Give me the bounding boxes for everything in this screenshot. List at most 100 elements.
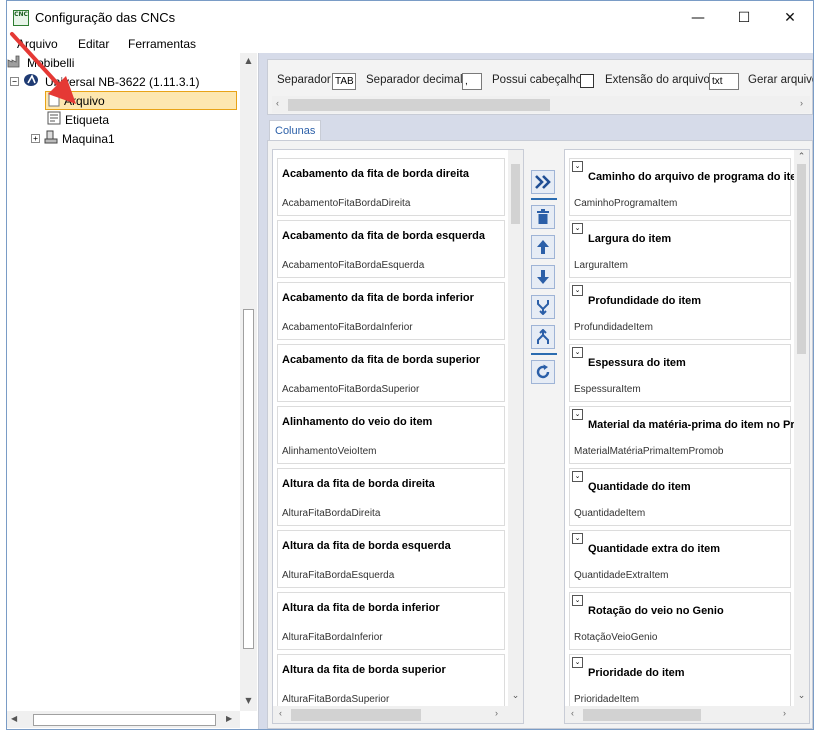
scroll-right-icon[interactable]: ›: [800, 98, 803, 108]
expand-icon[interactable]: +: [31, 134, 40, 143]
tree-item-maquina1[interactable]: + Maquina1: [31, 129, 115, 148]
column-key: AlturaFitaBordaSuperior: [282, 694, 390, 705]
scroll-up-icon[interactable]: ⌃: [794, 152, 809, 162]
selected-column-item[interactable]: ⌄ Quantidade do item QuantidadeItem: [569, 468, 791, 526]
maximize-button[interactable]: ☐: [721, 1, 767, 34]
selected-column-item[interactable]: ⌄ Material da matéria-prima do item no Pr…: [569, 406, 809, 464]
available-column-item[interactable]: Altura da fita de borda esquerda AlturaFi…: [277, 530, 505, 588]
scroll-up-icon[interactable]: ▲: [240, 56, 257, 65]
selected-column-item[interactable]: ⌄ Profundidade do item ProfundidadeItem: [569, 282, 791, 340]
selected-column-item[interactable]: ⌄ Largura do item LarguraItem: [569, 220, 791, 278]
separador-label: Separador: [277, 74, 331, 86]
separador-decimal-input[interactable]: ,: [462, 73, 482, 90]
move-up-button[interactable]: [531, 235, 555, 259]
available-column-item[interactable]: Acabamento da fita de borda esquerda Acab…: [277, 220, 505, 278]
column-key: CaminhoProgramaItem: [574, 198, 678, 209]
arrow-down-icon: [537, 270, 549, 284]
remove-button[interactable]: [531, 205, 555, 229]
column-key: AlturaFitaBordaDireita: [282, 508, 381, 519]
collapse-chevron-icon[interactable]: ⌄: [572, 533, 583, 544]
available-horizontal-scrollbar[interactable]: ‹ ›: [273, 706, 523, 723]
column-key: AlturaFitaBordaInferior: [282, 632, 383, 643]
available-column-item[interactable]: Altura da fita de borda inferior AlturaFi…: [277, 592, 505, 650]
extensao-input[interactable]: txt: [709, 73, 739, 90]
column-title: Acabamento da fita de borda superior: [282, 354, 481, 366]
refresh-icon: [536, 364, 550, 379]
collapse-chevron-icon[interactable]: ⌄: [572, 409, 583, 420]
machine-icon: [44, 130, 58, 147]
merge-button[interactable]: [531, 295, 555, 319]
available-scroll-thumb[interactable]: [511, 164, 520, 224]
move-down-button[interactable]: [531, 265, 555, 289]
available-column-item[interactable]: Acabamento da fita de borda superior Acab…: [277, 344, 505, 402]
tree-horizontal-scrollbar[interactable]: ◀ ▶: [7, 711, 240, 728]
available-column-item[interactable]: Acabamento da fita de borda inferior Acab…: [277, 282, 505, 340]
arrow-up-icon: [537, 240, 549, 254]
column-title: Profundidade do item: [588, 295, 702, 307]
available-column-item[interactable]: Acabamento da fita de borda direita Acaba…: [277, 158, 505, 216]
selected-column-item[interactable]: ⌄ Caminho do arquivo de programa do item C…: [569, 158, 806, 216]
available-column-item[interactable]: Altura da fita de borda direita AlturaFit…: [277, 468, 505, 526]
tree-hscroll-thumb[interactable]: [33, 714, 216, 726]
scroll-right-icon[interactable]: ›: [495, 708, 498, 718]
collapse-chevron-icon[interactable]: ⌄: [572, 595, 583, 606]
scroll-left-icon[interactable]: ◀: [11, 714, 17, 723]
column-title: Espessura do item: [588, 357, 686, 369]
selected-horizontal-scrollbar[interactable]: ‹ ›: [565, 706, 809, 723]
tree-scroll-thumb[interactable]: [243, 309, 254, 649]
toolbar-separator: [531, 353, 557, 355]
column-key: ProfundidadeItem: [574, 322, 653, 333]
options-horizontal-scrollbar[interactable]: ‹ ›: [272, 96, 810, 113]
collapse-chevron-icon[interactable]: ⌄: [572, 347, 583, 358]
selected-columns-list: ⌄ Caminho do arquivo de programa do item C…: [564, 149, 810, 724]
main-window: CNC Configuração das CNCs — ☐ ✕ Arquivo …: [6, 0, 814, 730]
scroll-left-icon[interactable]: ‹: [571, 708, 574, 718]
collapse-chevron-icon[interactable]: ⌄: [572, 657, 583, 668]
column-key: AcabamentoFitaBordaInferior: [282, 322, 413, 333]
refresh-button[interactable]: [531, 360, 555, 384]
column-title: Rotação do veio no Genio: [588, 605, 724, 617]
tree-item-label: Maquina1: [62, 131, 115, 146]
tree-pane: Mobibelli − Universal NB-3622 (1.11.3.1)…: [7, 53, 259, 729]
available-column-item[interactable]: Alinhamento do veio do item AlinhamentoVe…: [277, 406, 505, 464]
selected-column-item[interactable]: ⌄ Prioridade do item PrioridadeItem: [569, 654, 791, 712]
columns-tab-content: Acabamento da fita de borda direita Acaba…: [267, 140, 813, 729]
collapse-chevron-icon[interactable]: ⌄: [572, 285, 583, 296]
selected-column-item[interactable]: ⌄ Espessura do item EspessuraItem: [569, 344, 791, 402]
available-hscroll-thumb[interactable]: [291, 709, 421, 721]
split-button[interactable]: [531, 325, 555, 349]
options-scroll-thumb[interactable]: [288, 99, 550, 111]
split-icon: [537, 329, 549, 344]
available-vertical-scrollbar[interactable]: ⌄: [508, 150, 523, 706]
add-all-button[interactable]: [531, 170, 555, 194]
collapse-chevron-icon[interactable]: ⌄: [572, 471, 583, 482]
scroll-down-icon[interactable]: ▼: [240, 696, 257, 705]
close-button[interactable]: ✕: [767, 1, 813, 34]
scroll-right-icon[interactable]: ›: [783, 708, 786, 718]
collapse-chevron-icon[interactable]: ⌄: [572, 161, 583, 172]
file-options-panel: Separador TAB Separador decimal , Possui…: [267, 59, 813, 115]
scroll-left-icon[interactable]: ‹: [276, 98, 279, 108]
selected-scroll-thumb[interactable]: [797, 164, 806, 354]
selected-hscroll-thumb[interactable]: [583, 709, 701, 721]
scroll-down-icon[interactable]: ⌄: [794, 691, 809, 701]
separador-input[interactable]: TAB: [332, 73, 356, 90]
tab-colunas[interactable]: Colunas: [269, 120, 321, 141]
selected-column-item[interactable]: ⌄ Quantidade extra do item QuantidadeExtra…: [569, 530, 791, 588]
extensao-label: Extensão do arquivo: [605, 74, 710, 86]
menu-ferramentas[interactable]: Ferramentas: [128, 37, 196, 51]
scroll-left-icon[interactable]: ‹: [279, 708, 282, 718]
maximize-icon: ☐: [737, 9, 751, 26]
collapse-chevron-icon[interactable]: ⌄: [572, 223, 583, 234]
available-column-item[interactable]: Altura da fita de borda superior AlturaFi…: [277, 654, 505, 712]
scroll-down-icon[interactable]: ⌄: [508, 691, 523, 701]
tree-vertical-scrollbar[interactable]: ▲ ▼: [240, 53, 257, 711]
column-key: AlturaFitaBordaEsquerda: [282, 570, 395, 581]
column-key: QuantidadeExtraItem: [574, 570, 669, 581]
selected-vertical-scrollbar[interactable]: ⌃ ⌄: [794, 150, 809, 706]
scroll-right-icon[interactable]: ▶: [226, 714, 232, 723]
possui-cabecalho-checkbox[interactable]: [580, 74, 594, 88]
selected-column-item[interactable]: ⌄ Rotação do veio no Genio RotaçãoVeioGeni…: [569, 592, 791, 650]
minimize-button[interactable]: —: [675, 1, 721, 34]
content-area: Mobibelli − Universal NB-3622 (1.11.3.1)…: [7, 53, 813, 729]
